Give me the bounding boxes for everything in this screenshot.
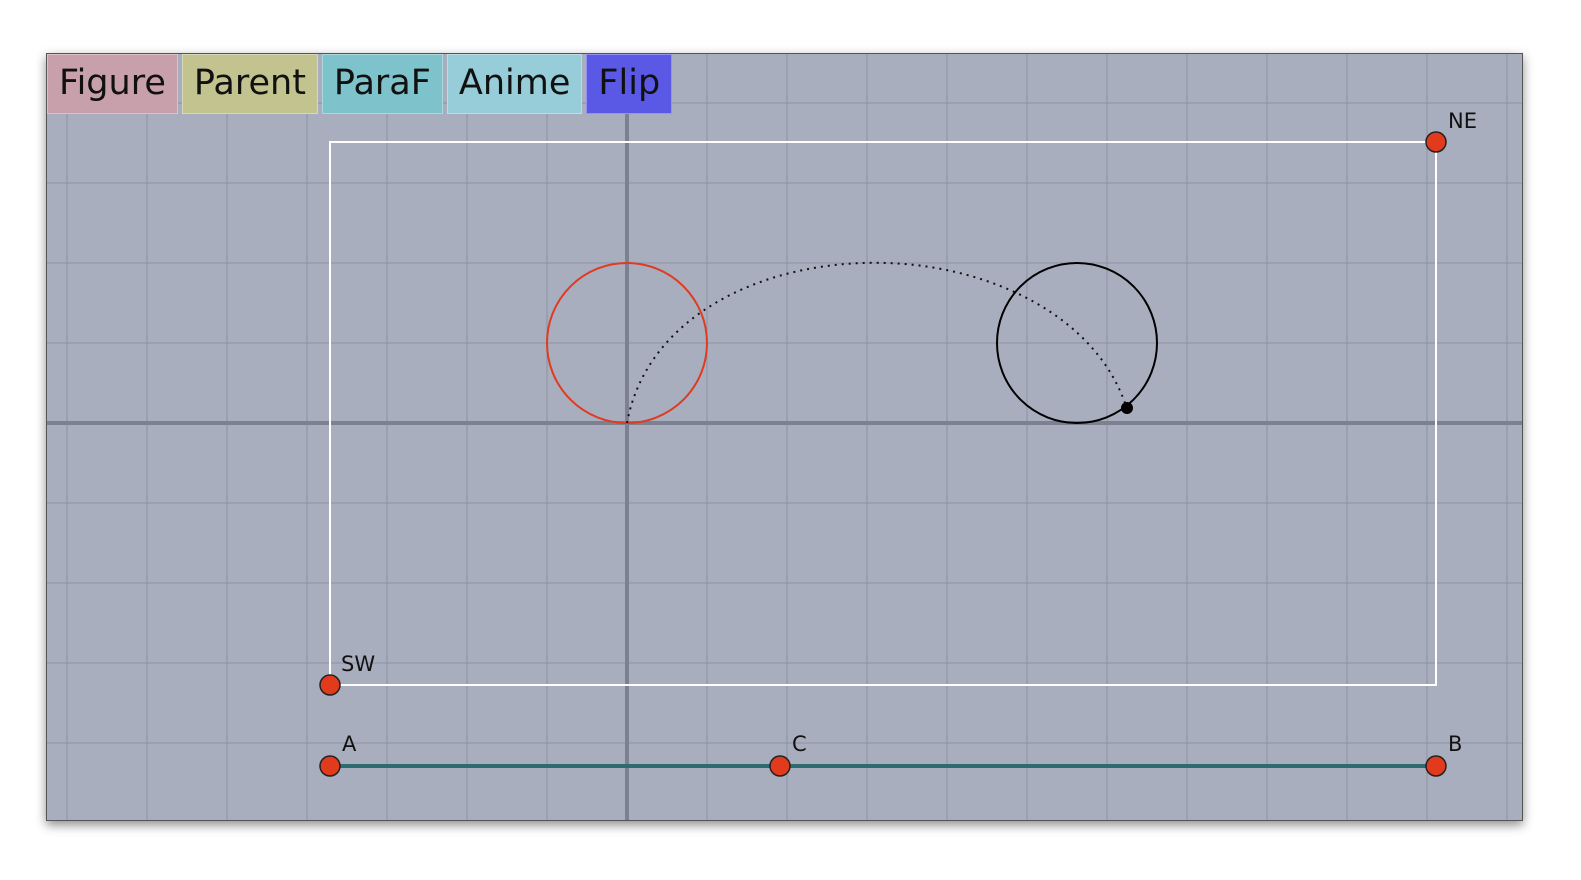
point-a-label: A xyxy=(342,732,357,756)
tracing-point[interactable] xyxy=(1121,402,1133,414)
grid xyxy=(47,54,1522,820)
parent-button[interactable]: Parent xyxy=(181,54,318,114)
geometry-window: NE SW A C B Figure Parent ParaF Anime Fl… xyxy=(46,53,1523,821)
point-sw-label: SW xyxy=(341,652,375,676)
point-b-label: B xyxy=(1448,732,1462,756)
point-c[interactable]: C xyxy=(769,732,807,777)
drawing-canvas[interactable]: NE SW A C B xyxy=(47,54,1522,820)
figure-button[interactable]: Figure xyxy=(47,54,178,114)
toolbar: Figure Parent ParaF Anime Flip xyxy=(47,54,676,116)
paraf-button[interactable]: ParaF xyxy=(321,54,443,114)
anime-button[interactable]: Anime xyxy=(446,54,583,114)
frame-rectangle xyxy=(329,141,1437,686)
point-b[interactable]: B xyxy=(1425,732,1462,777)
flip-button[interactable]: Flip xyxy=(586,54,673,114)
point-ne-label: NE xyxy=(1448,109,1477,133)
point-ne[interactable]: NE xyxy=(1425,109,1477,153)
point-sw[interactable]: SW xyxy=(319,652,375,696)
point-c-label: C xyxy=(792,732,807,756)
point-a[interactable]: A xyxy=(319,732,357,777)
